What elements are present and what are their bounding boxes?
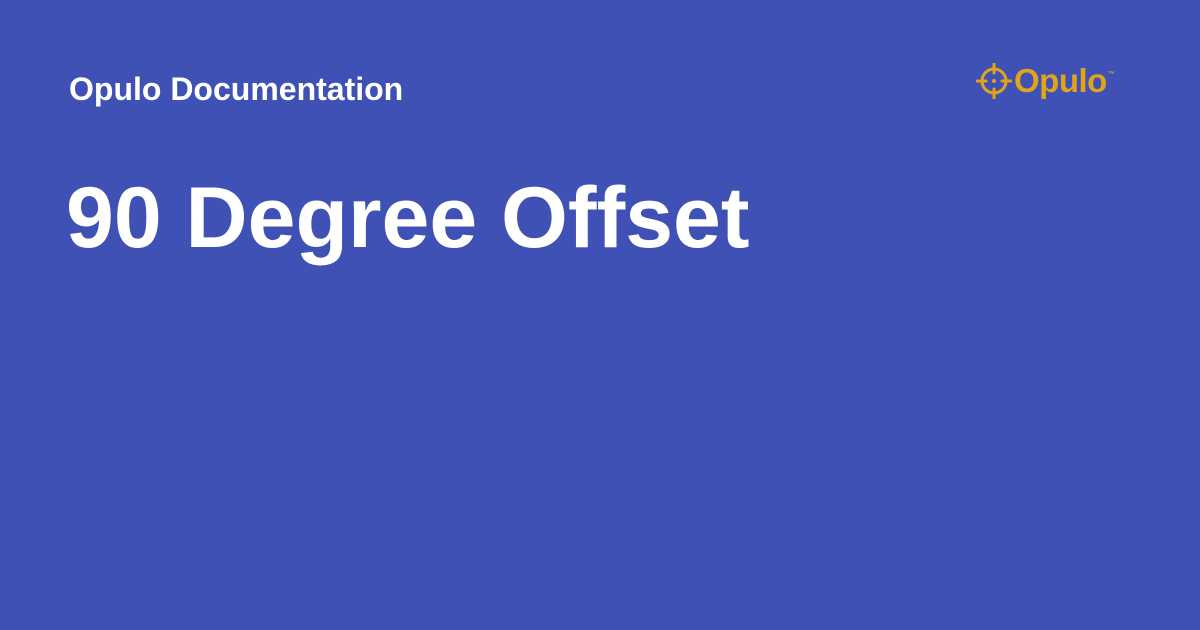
crosshair-icon (976, 63, 1012, 99)
logo-wordmark: Opulo (1014, 62, 1107, 99)
logo-trademark: ™ (1107, 71, 1115, 78)
brand-logo: Opulo ™ (976, 62, 1115, 100)
page-title: 90 Degree Offset (66, 170, 750, 266)
site-title: Opulo Documentation (69, 71, 404, 107)
social-card: Opulo Documentation Opulo ™ 90 Degree Of… (0, 0, 1200, 630)
